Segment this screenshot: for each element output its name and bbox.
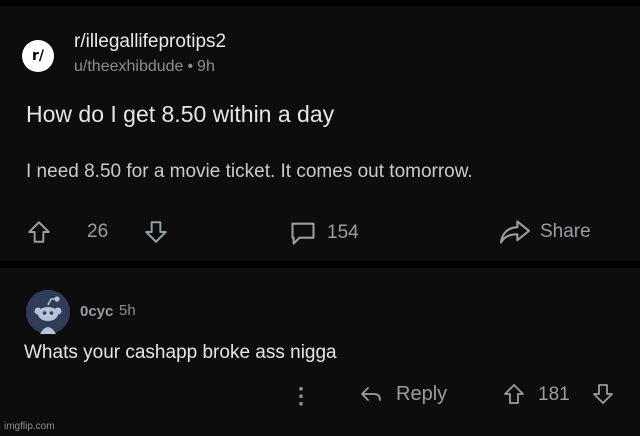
post-comments-button[interactable]: 154 — [289, 219, 359, 247]
post-author[interactable]: u/theexhibdude — [74, 58, 183, 75]
post-downvote-button[interactable] — [143, 219, 169, 245]
share-arrow-icon — [499, 220, 531, 244]
more-options-icon[interactable]: ⋮ — [290, 383, 312, 409]
comment-body: Whats your cashapp broke ass nigga — [24, 342, 337, 363]
post-comment-count: 154 — [327, 222, 359, 243]
post-age: 9h — [197, 58, 215, 75]
downvote-arrow-icon — [145, 221, 167, 243]
post-body: I need 8.50 for a movie ticket. It comes… — [26, 161, 473, 182]
snoo-avatar-icon — [26, 290, 70, 334]
reply-arrow-icon — [361, 387, 381, 401]
subreddit-name[interactable]: r/illegallifeprotips2 — [74, 31, 226, 53]
comment-upvote-button[interactable] — [502, 382, 526, 406]
share-label: Share — [540, 221, 591, 242]
subreddit-icon[interactable]: r/ — [22, 40, 54, 72]
comment-vote-count: 181 — [538, 384, 570, 405]
reply-label: Reply — [396, 382, 448, 405]
comment-username[interactable]: 0cyc — [80, 303, 113, 320]
meta-separator: • — [187, 58, 194, 75]
upvote-arrow-icon — [504, 384, 524, 404]
imgflip-watermark: imgflip.com — [4, 421, 55, 432]
comment-age: 5h — [119, 302, 136, 319]
reply-button[interactable]: Reply — [358, 382, 447, 406]
post-vote-count: 26 — [87, 221, 109, 242]
post-upvote-button[interactable] — [26, 219, 52, 245]
post-title[interactable]: How do I get 8.50 within a day — [26, 101, 334, 128]
upvote-arrow-icon — [28, 221, 50, 243]
commenter-avatar[interactable] — [26, 290, 70, 334]
post-meta: u/theexhibdude • 9h — [74, 58, 215, 76]
comment-downvote-button[interactable] — [591, 382, 615, 406]
post-share-button[interactable]: Share — [498, 218, 591, 246]
downvote-arrow-icon — [593, 384, 613, 404]
comment-bubble-icon — [291, 222, 315, 245]
